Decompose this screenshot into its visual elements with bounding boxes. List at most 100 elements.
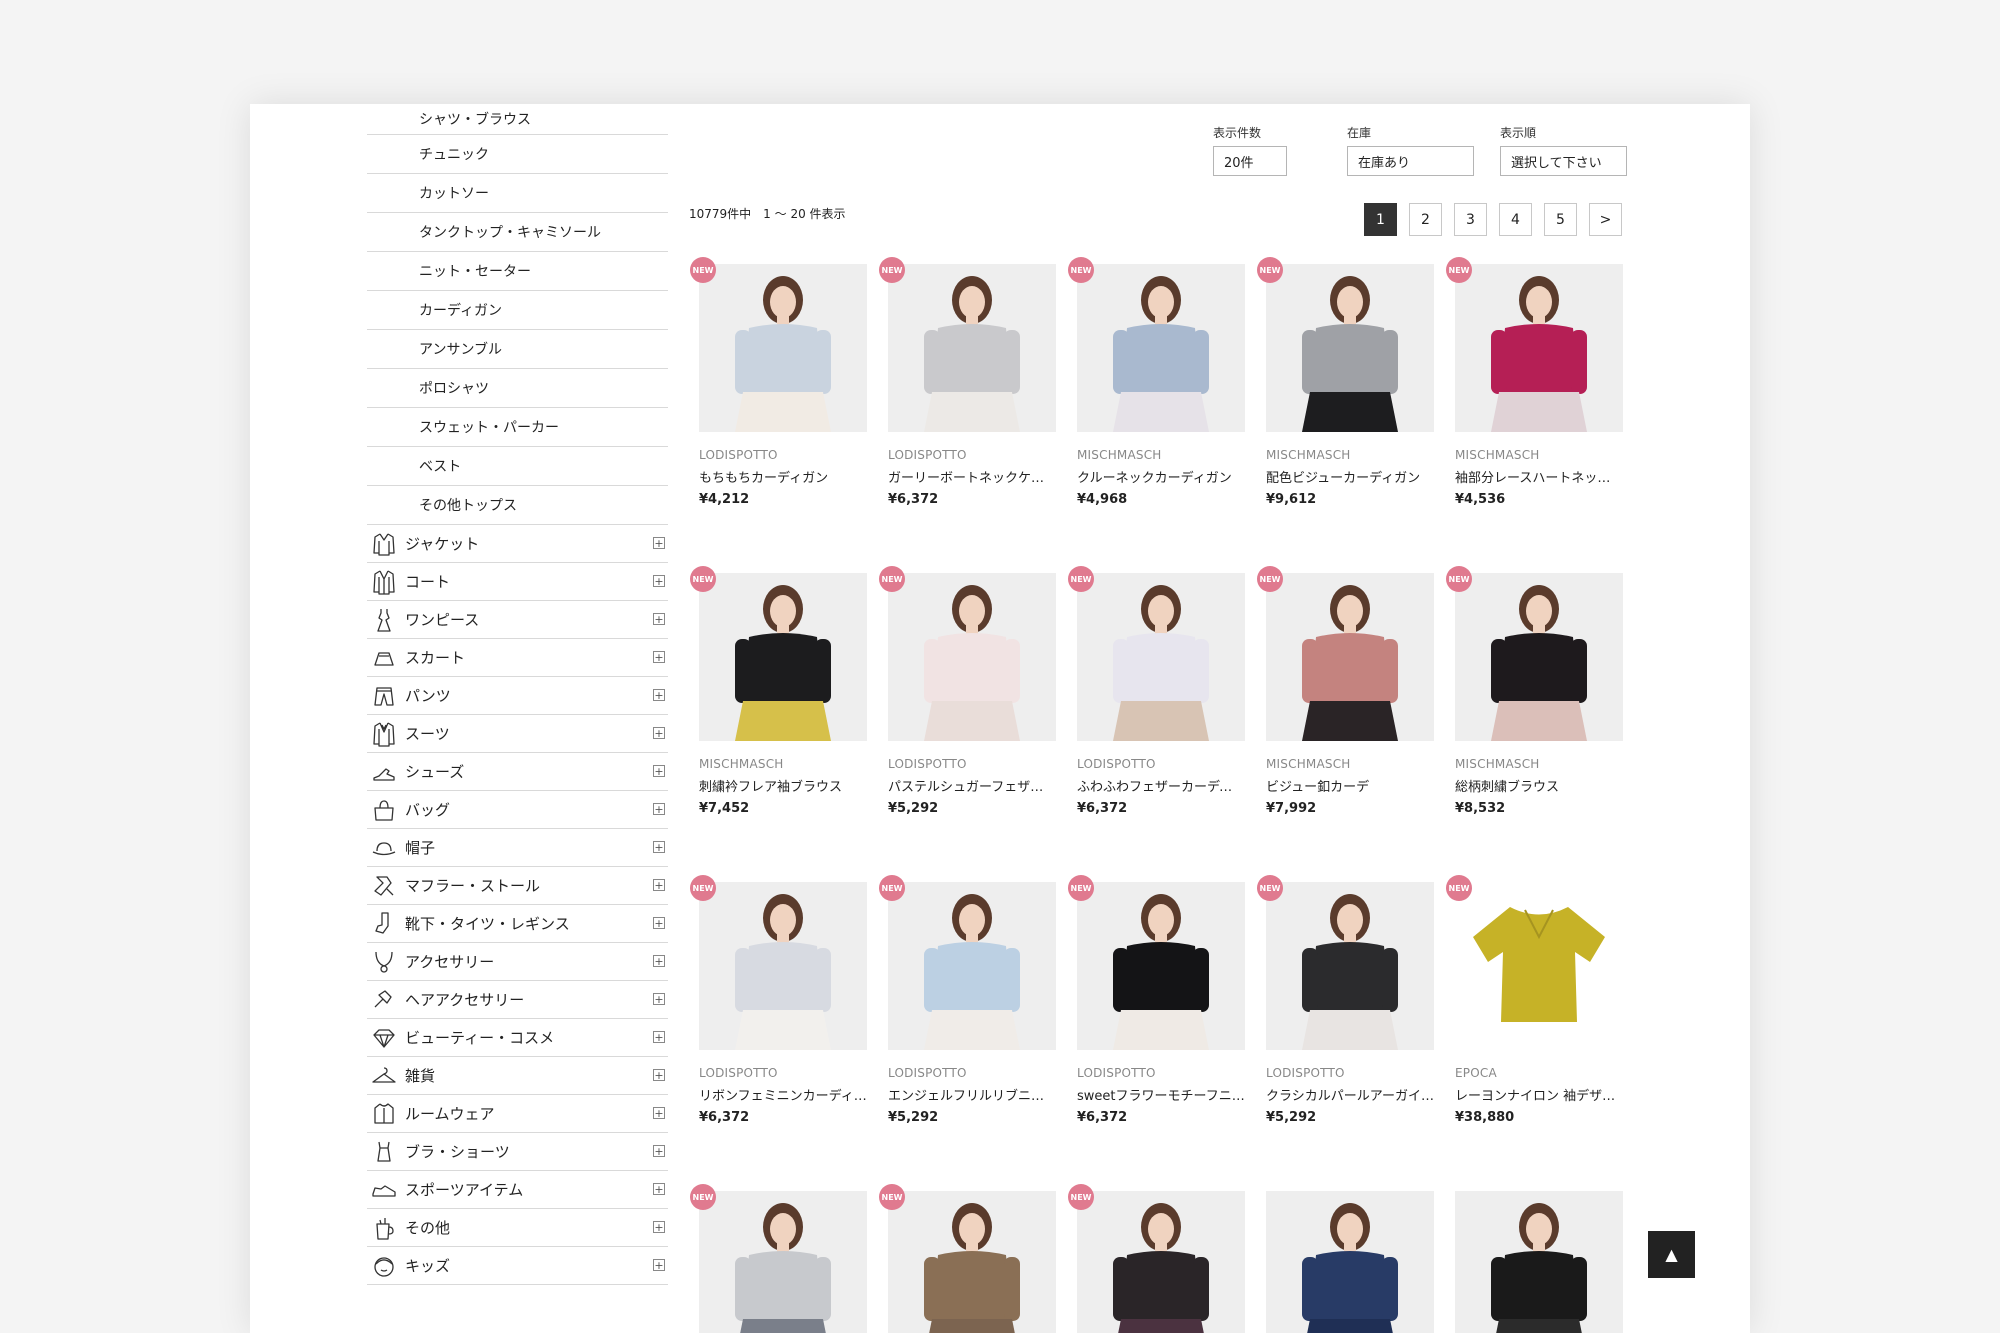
product-image[interactable] xyxy=(1455,1191,1623,1333)
product-name[interactable]: ガーリーボートネックケーブル xyxy=(888,467,1056,486)
category-item[interactable]: その他 + xyxy=(367,1209,668,1247)
expand-icon[interactable]: + xyxy=(653,1031,665,1043)
category-item[interactable]: 雑貨 + xyxy=(367,1057,668,1095)
expand-icon[interactable]: + xyxy=(653,1145,665,1157)
product-image[interactable] xyxy=(1266,264,1434,432)
category-item[interactable]: ヘアアクセサリー + xyxy=(367,981,668,1019)
subcategory-item[interactable]: カーディガン xyxy=(367,291,668,330)
sort-select[interactable]: 選択して下さい xyxy=(1500,146,1627,176)
category-item[interactable]: アクセサリー + xyxy=(367,943,668,981)
product-image[interactable] xyxy=(1266,1191,1434,1333)
subcategory-item[interactable]: アンサンブル xyxy=(367,330,668,369)
count-select[interactable]: 20件 xyxy=(1213,146,1287,176)
subcategory-item[interactable]: ベスト xyxy=(367,447,668,486)
product-image[interactable] xyxy=(699,264,867,432)
product-image[interactable] xyxy=(1455,882,1623,1050)
expand-icon[interactable]: + xyxy=(653,993,665,1005)
page-button[interactable]: 2 xyxy=(1409,203,1442,236)
subcategory-item[interactable]: カットソー xyxy=(367,174,668,213)
expand-icon[interactable]: + xyxy=(653,1069,665,1081)
product-image[interactable] xyxy=(699,573,867,741)
category-item[interactable]: バッグ + xyxy=(367,791,668,829)
product-name[interactable]: 刺繍衿フレア袖ブラウス xyxy=(699,776,867,795)
product-image[interactable] xyxy=(888,264,1056,432)
product-image[interactable] xyxy=(1077,264,1245,432)
expand-icon[interactable]: + xyxy=(653,1107,665,1119)
product-image[interactable] xyxy=(1455,264,1623,432)
camisole-icon xyxy=(369,1137,399,1167)
product-image[interactable] xyxy=(1455,573,1623,741)
category-item[interactable]: キッズ + xyxy=(367,1247,668,1285)
product-image[interactable] xyxy=(1077,1191,1245,1333)
product-name[interactable]: もちもちカーディガン xyxy=(699,467,867,486)
product-image[interactable] xyxy=(1077,882,1245,1050)
subcategory-item[interactable]: スウェット・パーカー xyxy=(367,408,668,447)
expand-icon[interactable]: + xyxy=(653,537,665,549)
category-item[interactable]: コート + xyxy=(367,563,668,601)
category-item[interactable]: スカート + xyxy=(367,639,668,677)
subcategory-item[interactable]: その他トップス xyxy=(367,486,668,525)
subcategory-item[interactable]: チュニック xyxy=(367,135,668,174)
expand-icon[interactable]: + xyxy=(653,727,665,739)
product-name[interactable]: 配色ビジューカーディガン xyxy=(1266,467,1434,486)
category-item[interactable]: スポーツアイテム + xyxy=(367,1171,668,1209)
expand-icon[interactable]: + xyxy=(653,879,665,891)
expand-icon[interactable]: + xyxy=(653,765,665,777)
page-button[interactable]: 3 xyxy=(1454,203,1487,236)
category-item[interactable]: シューズ + xyxy=(367,753,668,791)
page-button[interactable]: 4 xyxy=(1499,203,1532,236)
category-item[interactable]: ルームウェア + xyxy=(367,1095,668,1133)
product-name[interactable]: パステルシュガーフェザーニット xyxy=(888,776,1056,795)
stock-select[interactable]: 在庫あり xyxy=(1347,146,1474,176)
product-image[interactable] xyxy=(699,882,867,1050)
next-page-button[interactable]: > xyxy=(1589,203,1622,236)
expand-icon[interactable]: + xyxy=(653,1183,665,1195)
product-image[interactable] xyxy=(1266,882,1434,1050)
product-name[interactable]: クラシカルパールアーガイルニット xyxy=(1266,1085,1434,1104)
product-name[interactable]: 袖部分レースハートネックニット xyxy=(1455,467,1623,486)
product-name[interactable]: クルーネックカーディガン xyxy=(1077,467,1245,486)
back-to-top-button[interactable]: ▲ xyxy=(1648,1231,1695,1278)
category-item[interactable]: ブラ・ショーツ + xyxy=(367,1133,668,1171)
expand-icon[interactable]: + xyxy=(653,689,665,701)
product-image[interactable] xyxy=(1077,573,1245,741)
expand-icon[interactable]: + xyxy=(653,917,665,929)
expand-icon[interactable]: + xyxy=(653,575,665,587)
product-name[interactable]: リボンフェミニンカーディガン xyxy=(699,1085,867,1104)
product-name[interactable]: エンジェルフリルリブニット xyxy=(888,1085,1056,1104)
product-name[interactable]: ビジュー釦カーデ xyxy=(1266,776,1434,795)
product-name[interactable]: sweetフラワーモチーフニット xyxy=(1077,1085,1245,1104)
subcategory-item[interactable]: シャツ・ブラウス xyxy=(367,104,668,135)
category-item[interactable]: ジャケット + xyxy=(367,525,668,563)
expand-icon[interactable]: + xyxy=(653,803,665,815)
product-name[interactable]: レーヨンナイロン 袖デザインニット xyxy=(1455,1085,1623,1104)
product-name[interactable]: ふわふわフェザーカーディガン xyxy=(1077,776,1245,795)
page-button[interactable]: 5 xyxy=(1544,203,1577,236)
category-item[interactable]: スーツ + xyxy=(367,715,668,753)
product-image[interactable] xyxy=(888,882,1056,1050)
expand-icon[interactable]: + xyxy=(653,1259,665,1271)
subcategory-item[interactable]: ニット・セーター xyxy=(367,252,668,291)
category-item[interactable]: パンツ + xyxy=(367,677,668,715)
page-button[interactable]: 1 xyxy=(1364,203,1397,236)
category-item[interactable]: ワンピース + xyxy=(367,601,668,639)
expand-icon[interactable]: + xyxy=(653,613,665,625)
subcategory-item[interactable]: ポロシャツ xyxy=(367,369,668,408)
expand-icon[interactable]: + xyxy=(653,1221,665,1233)
product-name[interactable]: 総柄刺繍ブラウス xyxy=(1455,776,1623,795)
product-image[interactable] xyxy=(888,573,1056,741)
expand-icon[interactable]: + xyxy=(653,651,665,663)
expand-icon[interactable]: + xyxy=(653,841,665,853)
product-price: ¥7,992 xyxy=(1266,801,1317,816)
category-item[interactable]: 靴下・タイツ・レギンス + xyxy=(367,905,668,943)
product-price: ¥6,372 xyxy=(1077,801,1128,816)
category-item[interactable]: 帽子 + xyxy=(367,829,668,867)
product-image[interactable] xyxy=(888,1191,1056,1333)
count-filter-label: 表示件数 xyxy=(1213,126,1262,140)
product-image[interactable] xyxy=(1266,573,1434,741)
expand-icon[interactable]: + xyxy=(653,955,665,967)
subcategory-item[interactable]: タンクトップ・キャミソール xyxy=(367,213,668,252)
category-item[interactable]: マフラー・ストール + xyxy=(367,867,668,905)
category-item[interactable]: ビューティー・コスメ + xyxy=(367,1019,668,1057)
product-image[interactable] xyxy=(699,1191,867,1333)
